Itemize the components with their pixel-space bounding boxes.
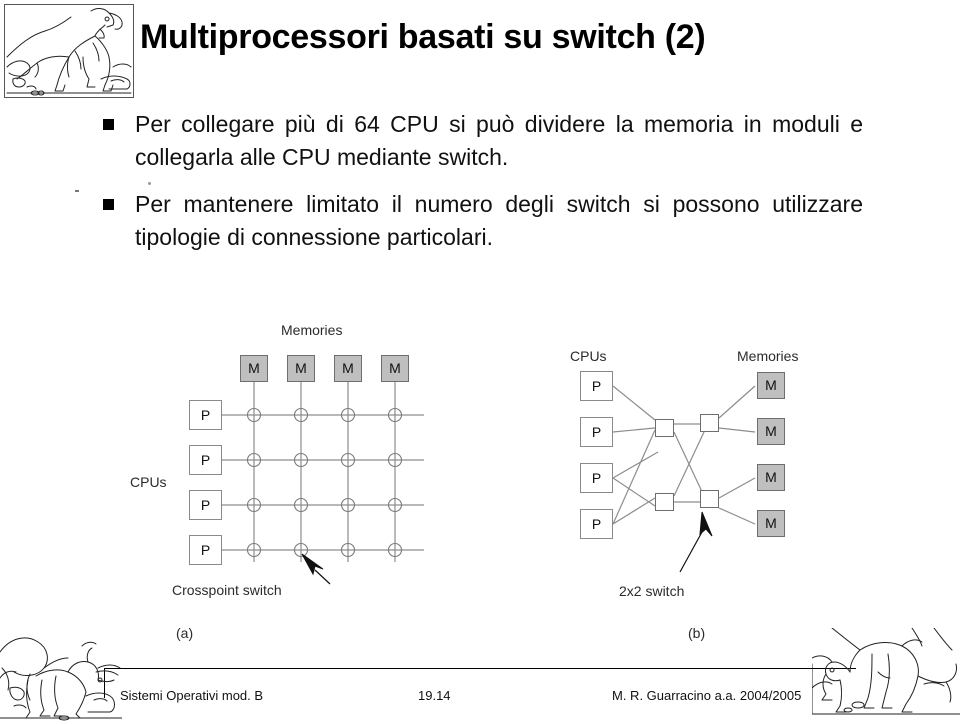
- footer-author-label: M. R. Guarracino a.a. 2004/2005: [612, 688, 802, 703]
- dinosaur-sauropod-art-icon: [812, 628, 960, 724]
- switch-topology-figure: Memories CPUs M M M M P P P P Crosspoint…: [0, 300, 960, 660]
- memory-node[interactable]: M: [381, 355, 409, 382]
- stray-mark: [75, 190, 79, 192]
- footer-course-label: Sistemi Operativi mod. B: [120, 688, 264, 703]
- dinosaur-triceratops-art-icon: [0, 628, 122, 724]
- figure-caption-b: (b): [688, 625, 706, 641]
- figure-caption-a: (a): [176, 625, 194, 641]
- switch-node-2x2[interactable]: [655, 493, 674, 511]
- cpu-node[interactable]: P: [189, 445, 222, 475]
- memory-node[interactable]: M: [757, 464, 785, 491]
- square-bullet-icon: [103, 119, 114, 130]
- cpu-node[interactable]: P: [580, 463, 613, 493]
- bullet-list: Per collegare più di 64 CPU si può divid…: [103, 108, 863, 268]
- memory-node[interactable]: M: [757, 372, 785, 399]
- memory-node[interactable]: M: [287, 355, 315, 382]
- memory-node[interactable]: M: [757, 510, 785, 537]
- dinosaur-tyrannosaurus-art-icon: [4, 4, 134, 98]
- footer-divider: [104, 668, 856, 669]
- crossbar-cpus-label: CPUs: [130, 474, 167, 490]
- switch-node-2x2[interactable]: [700, 414, 719, 432]
- memory-node[interactable]: M: [757, 418, 785, 445]
- list-item: Per collegare più di 64 CPU si può divid…: [103, 108, 863, 174]
- slide-header: Multiprocessori basati su switch (2): [0, 0, 960, 104]
- cpu-node[interactable]: P: [189, 400, 222, 430]
- cpu-node[interactable]: P: [580, 509, 613, 539]
- bullet-text-1: Per collegare più di 64 CPU si può divid…: [135, 111, 863, 170]
- arrow-pointer-icon: [301, 553, 331, 585]
- crossbar-memories-label: Memories: [281, 322, 343, 338]
- footer-page-number: 19.14: [418, 688, 451, 703]
- crosspoint-switch-label: Crosspoint switch: [172, 582, 282, 598]
- switch-node-2x2[interactable]: [700, 490, 719, 508]
- page-title: Multiprocessori basati su switch (2): [140, 18, 706, 56]
- list-item: Per mantenere limitato il numero degli s…: [103, 188, 863, 254]
- cpu-node[interactable]: P: [580, 371, 613, 401]
- omega-cpus-label: CPUs: [570, 348, 607, 364]
- memory-node[interactable]: M: [334, 355, 362, 382]
- 2x2-switch-label: 2x2 switch: [619, 583, 685, 599]
- square-bullet-icon: [103, 199, 114, 210]
- arrow-pointer-icon: [679, 511, 713, 573]
- cpu-node[interactable]: P: [189, 535, 222, 565]
- cpu-node[interactable]: P: [189, 490, 222, 520]
- stray-dot: [148, 182, 151, 185]
- bullet-text-2: Per mantenere limitato il numero degli s…: [135, 191, 863, 250]
- cpu-node[interactable]: P: [580, 417, 613, 447]
- omega-memories-label: Memories: [737, 348, 799, 364]
- switch-node-2x2[interactable]: [655, 419, 674, 437]
- memory-node[interactable]: M: [240, 355, 268, 382]
